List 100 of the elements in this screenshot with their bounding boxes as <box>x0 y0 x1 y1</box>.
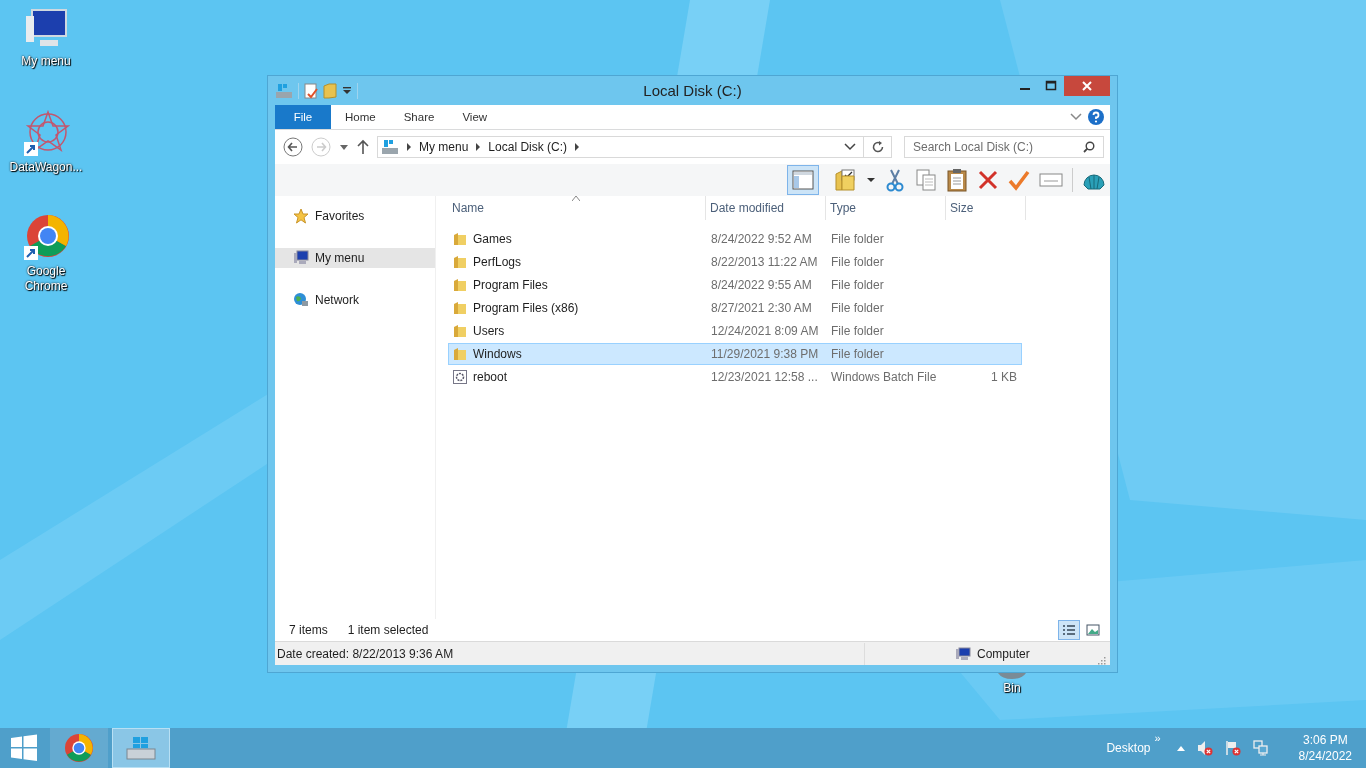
type-cell-text: File folder <box>830 347 885 361</box>
file-row[interactable]: PerfLogs 8/22/2013 11:22 AM File folder <box>448 251 1022 273</box>
nav-item[interactable]: Favorites <box>275 206 435 226</box>
help-icon[interactable] <box>1088 109 1104 125</box>
size-cell-text: 1 KB <box>990 370 1018 384</box>
folder-icon <box>453 232 467 246</box>
file-row[interactable]: Games 8/24/2022 9:52 AM File folder <box>448 228 1022 250</box>
date-cell-text: 11/29/2021 9:38 PM <box>710 347 820 361</box>
file-name: reboot <box>473 370 508 384</box>
date-cell-text: 8/24/2022 9:55 AM <box>710 278 813 292</box>
details-view-button[interactable] <box>1058 620 1080 640</box>
file-row[interactable]: Program Files (x86) 8/27/2021 2:30 AM File folder <box>448 297 1022 319</box>
chrome-icon <box>63 732 95 764</box>
date-cell-text: 12/24/2021 8:09 AM <box>710 324 820 338</box>
copy-icon[interactable] <box>915 168 937 192</box>
drive-icon <box>125 735 157 761</box>
chrome-taskbar-button[interactable] <box>50 728 108 768</box>
file-name: Program Files (x86) <box>473 301 579 315</box>
flag-error-icon[interactable] <box>1224 740 1241 756</box>
gear-file-icon <box>453 370 467 384</box>
caret-icon[interactable] <box>342 85 352 96</box>
network-icon <box>293 292 309 308</box>
type-cell-text: File folder <box>830 278 885 292</box>
column-header[interactable]: Name <box>448 196 706 220</box>
up-arrow-icon[interactable] <box>357 139 369 155</box>
date-cell-text: 8/22/2013 11:22 AM <box>710 255 819 269</box>
folder-icon <box>453 347 467 361</box>
nav-item[interactable]: My menu <box>275 248 435 268</box>
ribbon-tab[interactable]: Home <box>331 105 390 129</box>
file-menu-tab[interactable]: File <box>275 105 331 129</box>
file-row[interactable]: Program Files 8/24/2022 9:55 AM File folder <box>448 274 1022 296</box>
chrome-shortcut-icon[interactable] <box>22 214 70 262</box>
folder-icon <box>453 278 467 292</box>
file-row[interactable]: Users 12/24/2021 8:09 AM File folder <box>448 320 1022 342</box>
type-cell-text: File folder <box>830 324 885 338</box>
pane-layout-icon <box>792 170 814 190</box>
date-cell-text: 12/23/2021 12:58 ... <box>710 370 819 384</box>
column-header[interactable]: Type <box>826 196 946 220</box>
nav-item-label: Favorites <box>315 209 365 223</box>
caret-icon[interactable] <box>867 177 875 183</box>
picture-view-icon <box>1086 624 1100 636</box>
back-button[interactable] <box>283 137 303 157</box>
folder-icon <box>453 255 467 269</box>
date-created-text: Date created: 8/22/2013 9:36 AM <box>277 646 454 661</box>
ribbon-tab[interactable]: View <box>448 105 502 129</box>
expand-ribbon-icon[interactable] <box>1070 113 1082 121</box>
star-shortcut-icon[interactable] <box>22 110 70 158</box>
file-row[interactable]: reboot 12/23/2021 12:58 ... Windows Batch File 1 KB <box>448 366 1022 388</box>
scissors-icon[interactable] <box>884 168 906 192</box>
list-view-icon <box>1062 624 1076 636</box>
selection-count: 1 item selected <box>347 623 429 637</box>
file-row[interactable]: Windows 11/29/2021 9:38 PM File folder <box>448 343 1022 365</box>
folder-check-icon[interactable] <box>834 168 858 192</box>
delete-icon[interactable] <box>977 169 999 191</box>
type-cell-text: File folder <box>830 301 885 315</box>
refresh-icon[interactable] <box>871 140 885 154</box>
computer-icon <box>955 646 971 661</box>
nav-item-label: My menu <box>315 251 365 265</box>
type-cell-text: File folder <box>830 255 885 269</box>
star-icon <box>293 208 309 224</box>
type-cell-text: Windows Batch File <box>830 370 938 384</box>
network-monitor-icon[interactable] <box>1252 740 1269 756</box>
ribbon-tab[interactable]: Share <box>389 105 449 129</box>
folder-icon <box>453 301 467 315</box>
folder-icon <box>453 324 467 338</box>
search-icon <box>1083 141 1095 153</box>
windows-logo-icon[interactable] <box>10 734 38 762</box>
recent-caret-icon[interactable] <box>339 143 349 151</box>
file-name: Games <box>473 232 512 246</box>
breadcrumb[interactable]: Local Disk (C:) <box>488 140 568 154</box>
drive-icon <box>381 139 399 155</box>
nav-item[interactable]: Network <box>275 290 435 310</box>
file-name: Users <box>473 324 505 338</box>
column-header[interactable]: Date modified <box>706 196 826 220</box>
breadcrumb[interactable]: My menu <box>419 140 469 154</box>
item-count: 7 items <box>289 623 328 637</box>
clipboard-icon[interactable] <box>946 168 968 192</box>
date-cell-text: 8/27/2021 2:30 AM <box>710 301 813 315</box>
resize-grip-icon[interactable] <box>1097 656 1106 665</box>
location-text: Computer <box>977 646 1031 661</box>
window-title: Local Disk (C:) <box>643 82 742 99</box>
nav-item-label: Network <box>315 293 359 307</box>
chevron-right-icon[interactable] <box>406 143 412 151</box>
close-button[interactable] <box>1064 76 1110 96</box>
chevron-right-icon[interactable] <box>574 143 581 151</box>
file-name: Windows <box>473 347 522 361</box>
muted-speaker-icon[interactable] <box>1196 740 1213 756</box>
computer-icon <box>293 250 309 266</box>
column-header[interactable]: Size <box>946 196 1026 220</box>
preview-pane-button[interactable] <box>787 165 819 195</box>
chevron-right-icon[interactable] <box>475 143 482 151</box>
search-field[interactable]: Search Local Disk (C:) <box>904 136 1104 158</box>
date-cell-text: 8/24/2022 9:52 AM <box>710 232 813 246</box>
address-bar[interactable]: My menu Local Disk (C:) <box>377 136 892 158</box>
checkmark-icon[interactable] <box>1008 169 1030 191</box>
dropdown-caret-icon[interactable] <box>844 143 856 151</box>
file-name: Program Files <box>473 278 548 292</box>
type-cell-text: File folder <box>830 232 885 246</box>
file-explorer-taskbar-button[interactable] <box>112 728 170 768</box>
show-hidden-icons-icon[interactable] <box>1176 745 1185 751</box>
